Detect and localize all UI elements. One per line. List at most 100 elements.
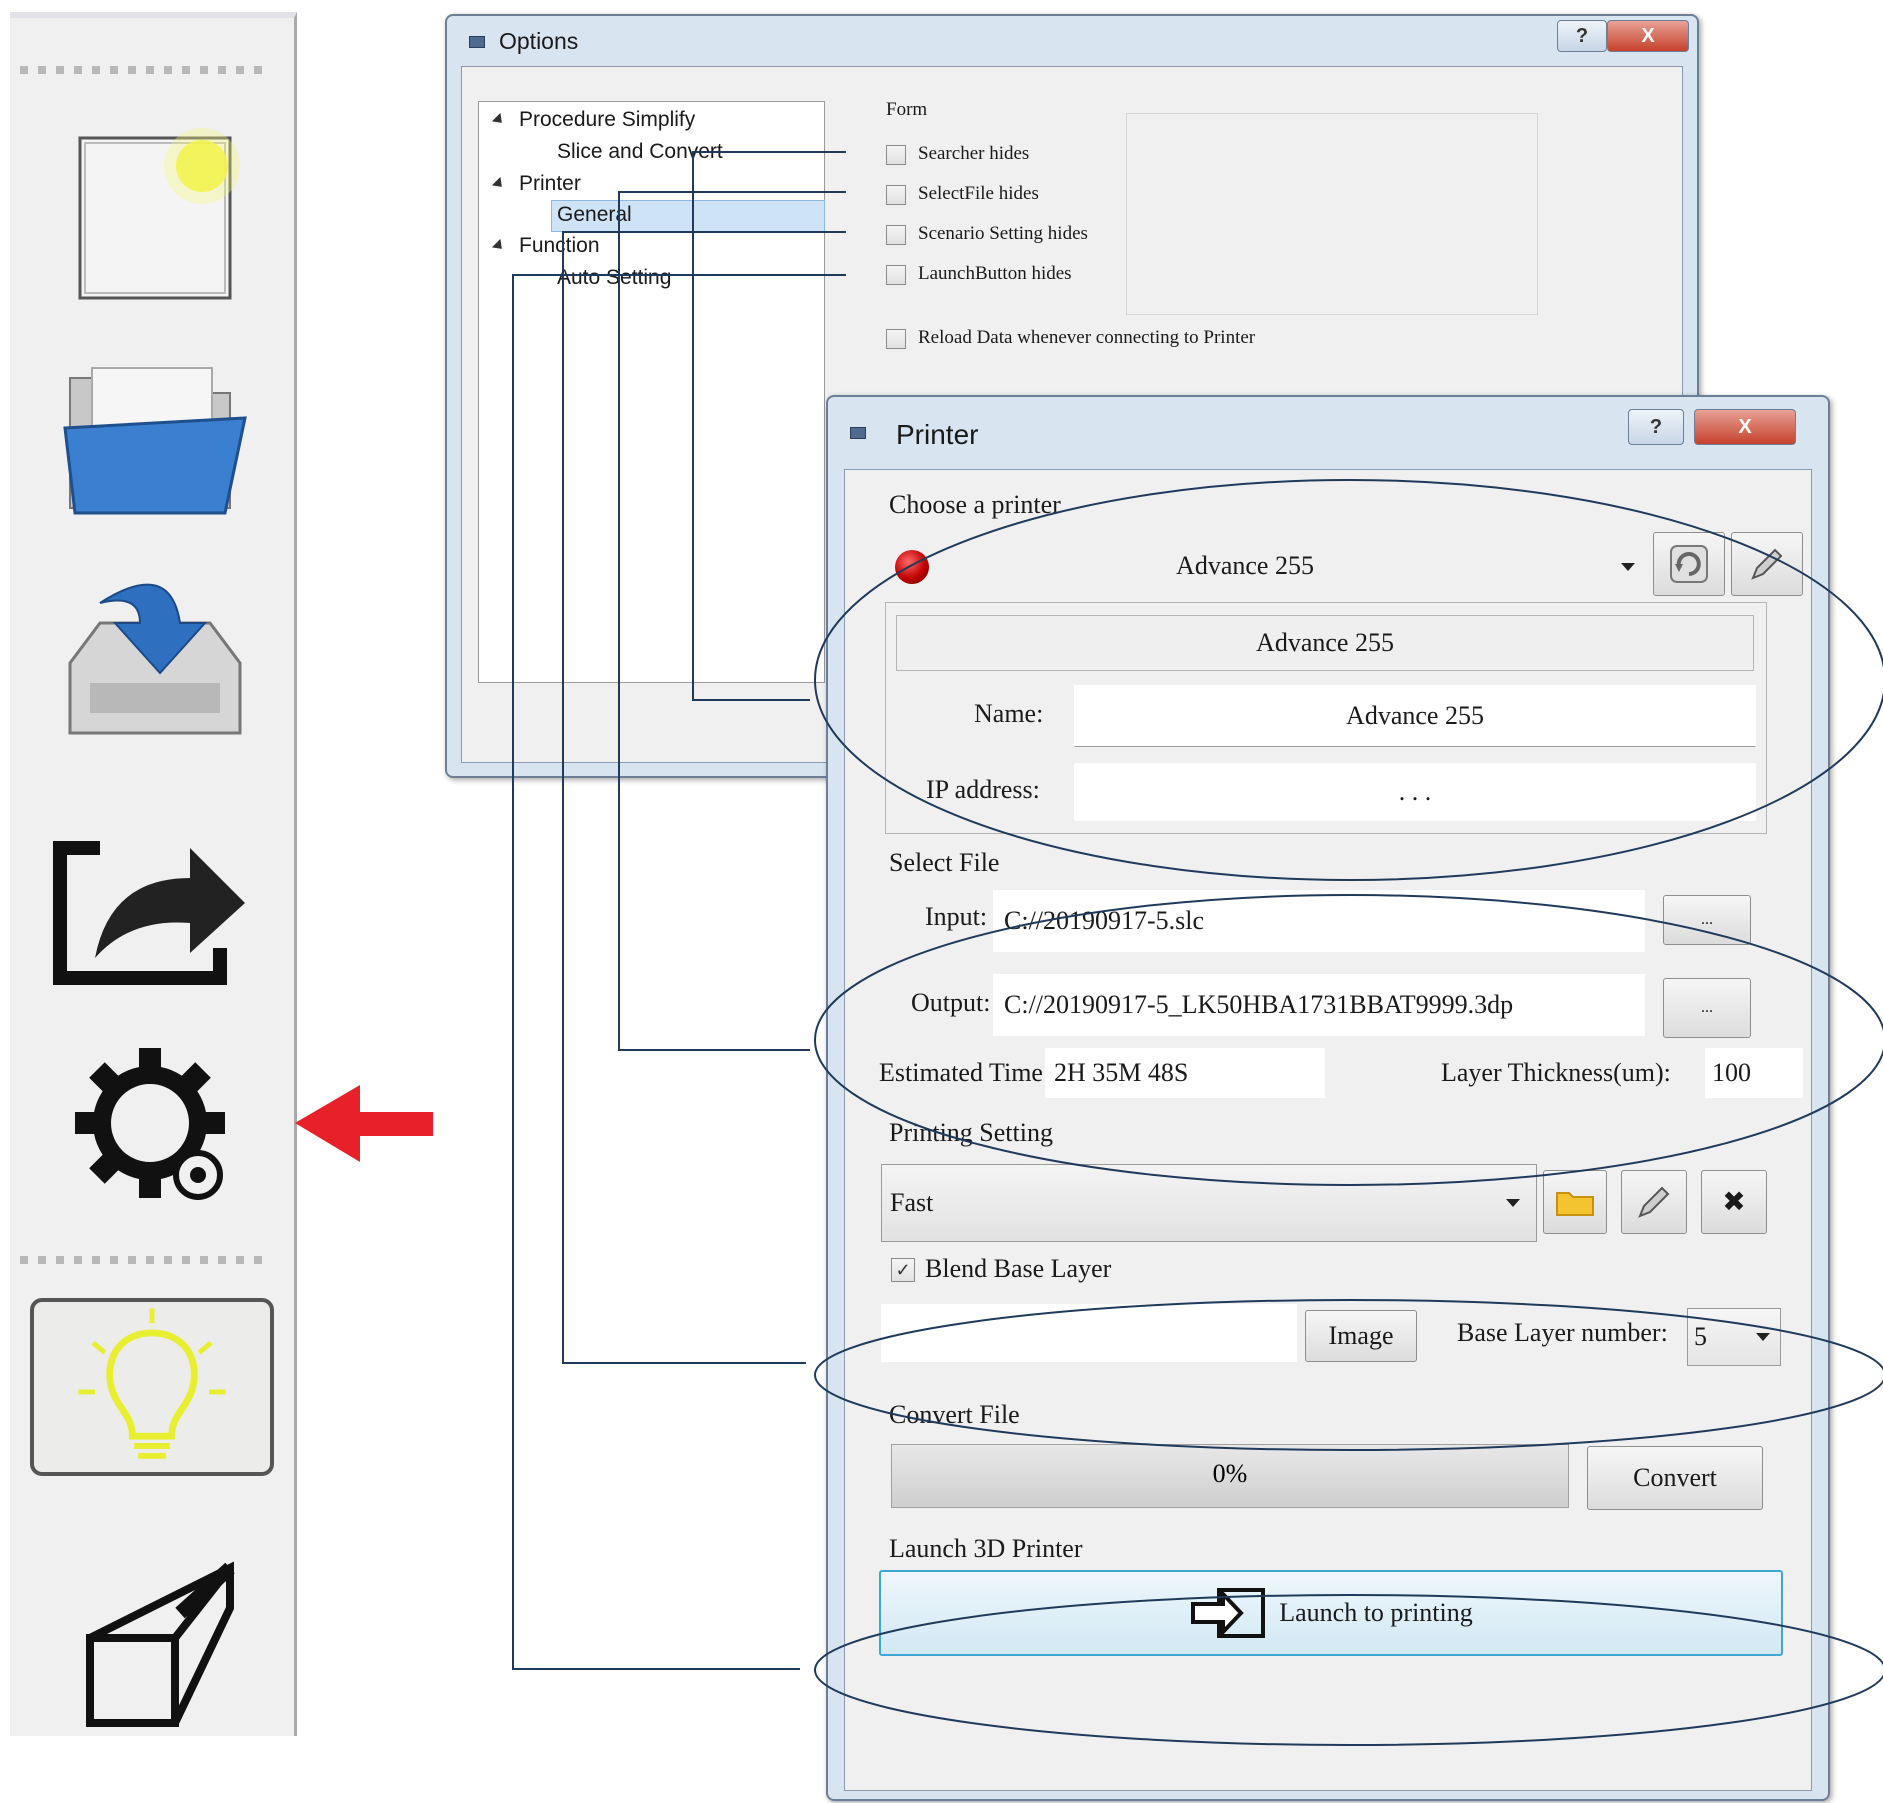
printing-setting-label: Printing Setting [889, 1118, 1053, 1147]
delete-icon: ✖ [1722, 1187, 1746, 1218]
launchbutton-hides-checkbox[interactable] [886, 265, 906, 285]
options-title: Options [499, 28, 579, 54]
main-toolbar [10, 12, 297, 1736]
import-tray-icon [68, 583, 242, 735]
help-button[interactable]: ? [1628, 409, 1684, 445]
printer-window: Printer ? X Choose a printer Advance 255… [826, 395, 1830, 1801]
chevron-down-icon [1756, 1333, 1770, 1341]
estimated-time-label: Estimated Time: [879, 1058, 1051, 1087]
refresh-printer-button[interactable] [1653, 532, 1725, 596]
estimated-time-value: 2H 35M 48S [1045, 1048, 1325, 1098]
chevron-down-icon [1621, 563, 1635, 571]
chevron-down-icon [1506, 1199, 1520, 1207]
printing-setting-select[interactable]: Fast [881, 1164, 1537, 1242]
edit-printer-button[interactable] [1731, 532, 1803, 596]
window-icon [469, 36, 485, 48]
tree-item-slice-and-convert[interactable]: Slice and Convert [557, 140, 723, 164]
gear-icon [75, 1048, 225, 1200]
export-button[interactable] [30, 808, 270, 998]
printing-setting-value: Fast [890, 1188, 934, 1217]
checkmark-icon: ✓ [895, 1259, 911, 1280]
pointer-arrow-icon [295, 1085, 433, 1162]
convert-progress-bar: 0% [891, 1444, 1569, 1508]
form-group-label: Form [886, 99, 928, 120]
printer-select-value: Advance 255 [1176, 551, 1314, 580]
new-file-icon [78, 128, 240, 300]
open-setting-button[interactable] [1543, 1170, 1607, 1234]
options-titlebar[interactable]: Options ? X [447, 16, 1697, 66]
selectfile-hides-label: SelectFile hides [918, 183, 1039, 204]
scenario-setting-hides-label: Scenario Setting hides [918, 223, 1088, 244]
launchbutton-hides-label: LaunchButton hides [918, 263, 1072, 284]
tree-item-printer[interactable]: Printer [491, 172, 581, 196]
printer-header: Advance 255 [896, 615, 1754, 671]
lightbulb-icon [78, 1308, 226, 1459]
launch-section-label: Launch 3D Printer [889, 1534, 1083, 1563]
launch-icon [1191, 1588, 1266, 1638]
blend-base-layer-checkbox[interactable]: ✓ [891, 1258, 915, 1282]
close-button[interactable]: X [1607, 20, 1689, 52]
selectfile-hides-checkbox[interactable] [886, 185, 906, 205]
pencil-icon [1751, 548, 1783, 580]
browse-input-button[interactable]: ... [1663, 895, 1751, 945]
base-layer-number-label: Base Layer number: [1457, 1318, 1668, 1347]
convert-button[interactable]: Convert [1587, 1446, 1763, 1510]
progress-text: 0% [1212, 1459, 1248, 1488]
new-project-button[interactable] [30, 118, 270, 308]
reload-data-checkbox[interactable] [886, 329, 906, 349]
tree-item-auto-setting[interactable]: Auto Setting [557, 266, 671, 290]
folder-icon [63, 367, 247, 515]
select-file-label: Select File [889, 848, 1000, 877]
base-layer-number-value: 5 [1694, 1322, 1707, 1351]
name-field[interactable]: Advance 255 [1074, 685, 1756, 747]
launch-button-label: Launch to printing [1279, 1598, 1473, 1627]
printer-select[interactable]: Advance 255 [885, 538, 1645, 594]
tree-item-general[interactable]: General [557, 203, 632, 227]
input-label: Input: [925, 902, 988, 931]
export-arrow-icon [53, 841, 245, 985]
base-layer-image-path[interactable] [881, 1304, 1297, 1362]
refresh-icon [1670, 545, 1708, 583]
open-file-button[interactable] [30, 338, 270, 528]
input-path-field[interactable]: C://20190917-5.slc [993, 890, 1645, 952]
searcher-hides-label: Searcher hides [918, 143, 1030, 164]
options-button[interactable] [30, 1028, 270, 1218]
printer-title: Printer [896, 419, 979, 450]
convert-file-label: Convert File [889, 1400, 1020, 1429]
layer-thickness-label: Layer Thickness(um): [1441, 1058, 1671, 1087]
layer-thickness-value: 100 [1705, 1048, 1803, 1098]
pencil-icon [1638, 1186, 1670, 1218]
output-label: Output: [911, 988, 991, 1017]
view-button[interactable] [30, 1548, 270, 1738]
image-button[interactable]: Image [1305, 1310, 1417, 1362]
ip-address-field[interactable]: . . . [1074, 763, 1756, 821]
printer-titlebar[interactable]: Printer ? X [828, 397, 1828, 457]
window-icon [850, 427, 866, 439]
name-label: Name: [974, 699, 1044, 728]
delete-setting-button[interactable]: ✖ [1701, 1170, 1767, 1234]
import-button[interactable] [30, 563, 270, 753]
base-layer-number-select[interactable]: 5 [1687, 1308, 1781, 1366]
edit-setting-button[interactable] [1621, 1170, 1687, 1234]
folder-icon [1556, 1192, 1594, 1216]
close-button[interactable]: X [1694, 409, 1796, 445]
searcher-hides-checkbox[interactable] [886, 145, 906, 165]
form-groupbox [1126, 113, 1538, 315]
ip-address-label: IP address: [926, 775, 1040, 804]
reload-data-label: Reload Data whenever connecting to Print… [918, 327, 1256, 348]
printer-client: Choose a printer Advance 255 Advance 255… [844, 469, 1812, 1791]
tree-item-procedure-simplify[interactable]: Procedure Simplify [491, 108, 695, 132]
cube-view-icon [86, 1561, 235, 1727]
help-button[interactable]: ? [1557, 20, 1607, 52]
options-tree[interactable]: Procedure Simplify Slice and Convert Pri… [478, 101, 825, 683]
light-toggle-button[interactable] [30, 1298, 274, 1476]
blend-base-layer-label: Blend Base Layer [925, 1254, 1112, 1283]
scenario-setting-hides-checkbox[interactable] [886, 225, 906, 245]
output-path-field[interactable]: C://20190917-5_LK50HBA1731BBAT9999.3dp [993, 974, 1645, 1036]
toolbar-grip[interactable] [20, 66, 270, 74]
tree-item-function[interactable]: Function [491, 234, 600, 258]
launch-to-printing-button[interactable]: Launch to printing [879, 1570, 1783, 1656]
browse-output-button[interactable]: ... [1663, 978, 1751, 1038]
toolbar-grip-2[interactable] [20, 1256, 270, 1264]
choose-printer-label: Choose a printer [889, 490, 1061, 519]
